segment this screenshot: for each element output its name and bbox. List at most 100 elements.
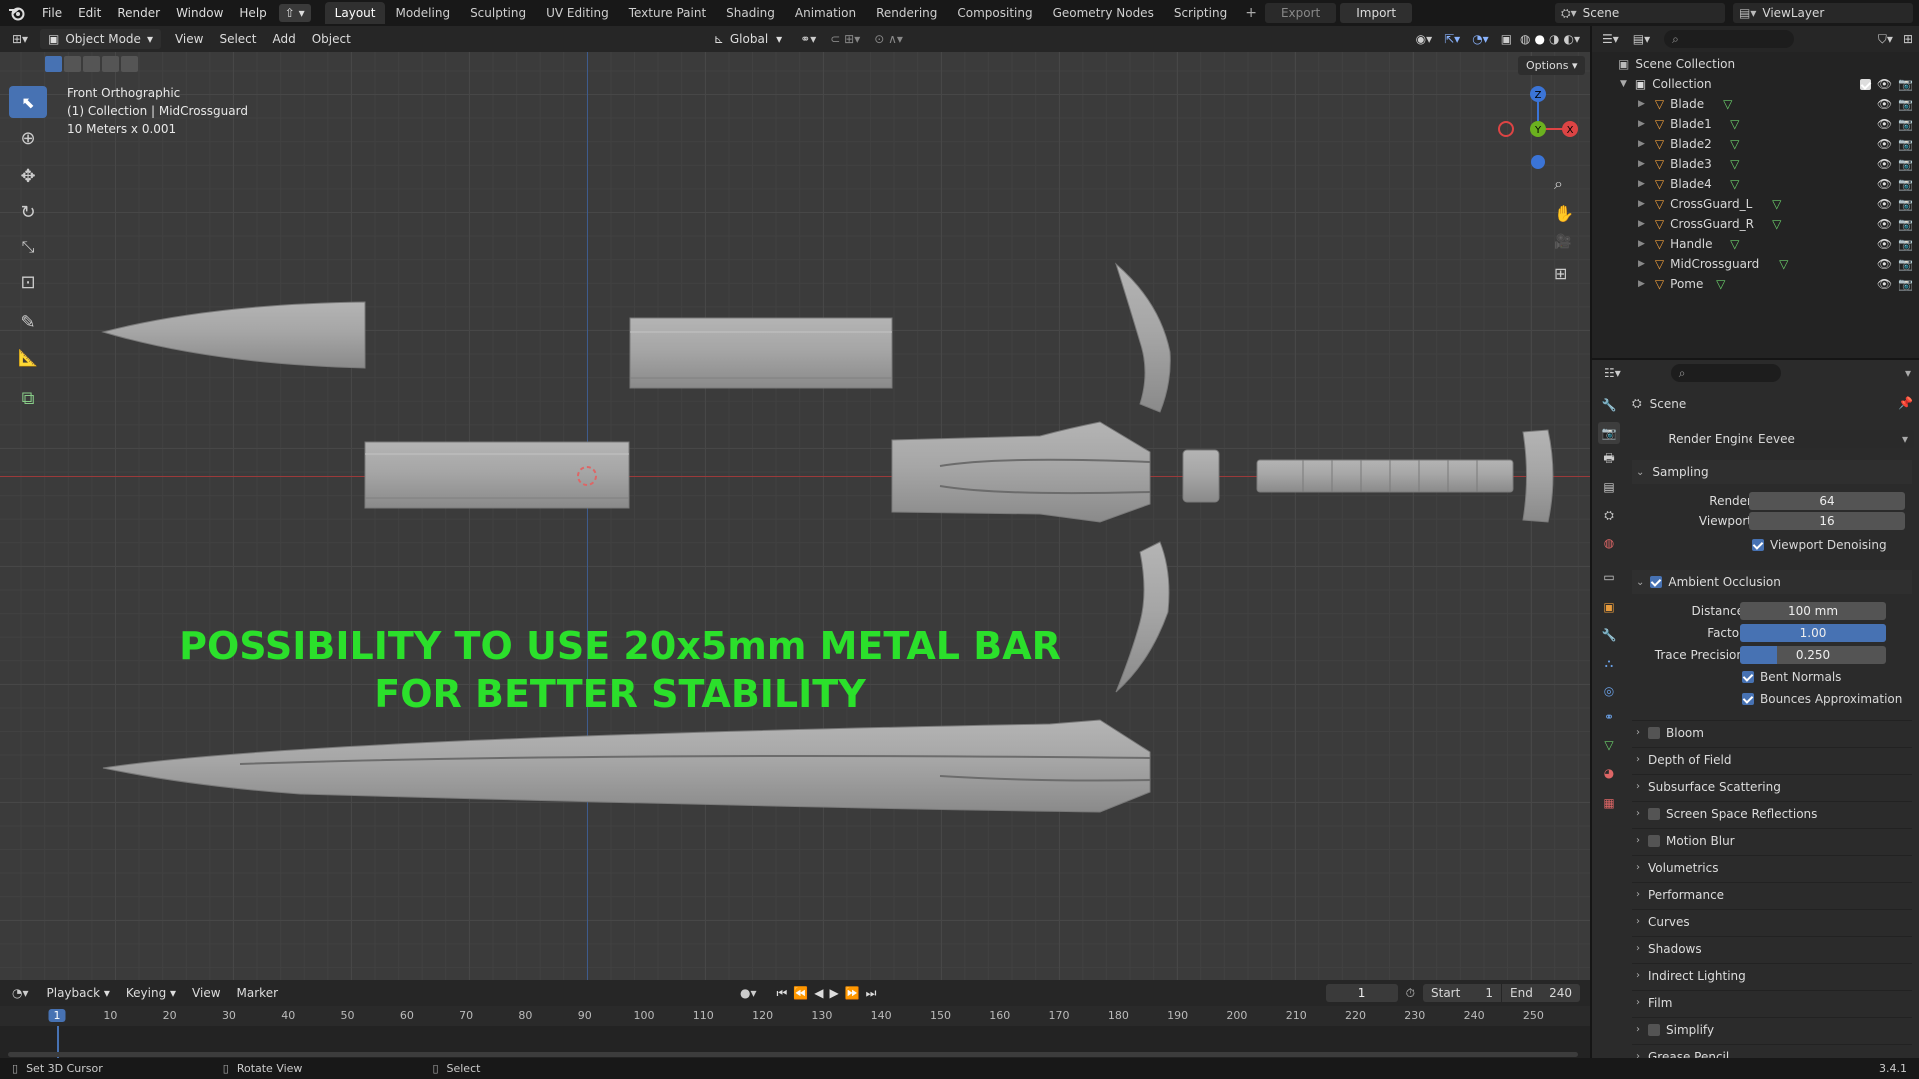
timeline-menu-keying[interactable]: Keying ▾ <box>118 986 184 1000</box>
camera-render-icon[interactable]: 📷 <box>1898 157 1913 171</box>
camera-render-icon[interactable]: 📷 <box>1898 197 1913 211</box>
particles-tab-icon[interactable]: ⛬ <box>1598 652 1620 674</box>
ao-trace-slider[interactable]: 0.250 <box>1740 646 1886 664</box>
expand-arrow-icon[interactable]: ▶ <box>1638 119 1645 129</box>
panel-enable-checkbox[interactable] <box>1648 1023 1660 1036</box>
outliner-editor-icon[interactable]: ☰▾ <box>1602 32 1619 46</box>
collapsed-panel-header[interactable]: › Simplify <box>1632 1017 1912 1041</box>
camera-render-icon[interactable]: 📷 <box>1898 117 1913 131</box>
constraints-tab-icon[interactable]: ⚭ <box>1598 706 1620 728</box>
ao-distance-field[interactable]: 100 mm <box>1740 602 1886 620</box>
object-tab-icon[interactable]: ▣ <box>1598 596 1620 618</box>
menu-help[interactable]: Help <box>231 6 274 20</box>
expand-arrow-icon[interactable]: ▶ <box>1638 139 1645 149</box>
pivot-icon[interactable]: ⚭▾ <box>800 32 816 46</box>
outliner-row-object[interactable]: ▶ ▽ Blade3 ▽ 👁 📷 <box>1592 154 1919 174</box>
xray-icon[interactable]: ▣ <box>1501 32 1512 46</box>
collapsed-panel-header[interactable]: › Curves <box>1632 909 1912 933</box>
expand-arrow-icon[interactable]: ▶ <box>1638 179 1645 189</box>
current-frame-field[interactable]: 1 <box>1325 984 1398 1002</box>
outliner-row-object[interactable]: ▶ ▽ Blade1 ▽ 👁 📷 <box>1592 114 1919 134</box>
eye-icon[interactable]: 👁 <box>1877 217 1892 231</box>
outliner-collection-row[interactable]: ▼ ▣ Collection 👁 📷 <box>1592 74 1919 94</box>
outliner-row-object[interactable]: ▶ ▽ MidCrossguard ▽ 👁 📷 <box>1592 254 1919 274</box>
expand-arrow-icon[interactable]: ▶ <box>1638 259 1645 269</box>
expand-arrow-icon[interactable]: ▶ <box>1638 279 1645 289</box>
crossguard-upper-piece[interactable] <box>1114 262 1171 413</box>
collapsed-panel-header[interactable]: › Indirect Lighting <box>1632 963 1912 987</box>
shading-material-icon[interactable]: ◑ <box>1549 32 1559 46</box>
texture-tab-icon[interactable]: ▦ <box>1598 792 1620 814</box>
tab-sculpting[interactable]: Sculpting <box>460 2 536 24</box>
data-tab-icon[interactable]: ▽ <box>1598 734 1620 756</box>
eye-icon[interactable]: 👁 <box>1877 177 1892 191</box>
expand-arrow-icon[interactable]: ▶ <box>1638 99 1645 109</box>
panel-enable-checkbox[interactable] <box>1648 807 1660 820</box>
camera-render-icon[interactable]: 📷 <box>1898 97 1913 111</box>
outliner-search-input[interactable]: ⌕ <box>1664 30 1795 48</box>
eye-icon[interactable]: 👁 <box>1877 237 1892 251</box>
add-workspace-icon[interactable]: + <box>1237 5 1265 21</box>
eye-icon[interactable]: 👁 <box>1877 257 1892 271</box>
eye-icon[interactable]: 👁 <box>1877 137 1892 151</box>
ao-factor-slider[interactable]: 1.00 <box>1740 624 1886 642</box>
scene-tab-icon[interactable]: ⛭ <box>1598 504 1620 526</box>
eye-icon[interactable]: 👁 <box>1877 277 1892 291</box>
clock-icon[interactable]: ⏱ <box>1406 986 1415 1001</box>
tab-geometry-nodes[interactable]: Geometry Nodes <box>1043 2 1164 24</box>
gizmo-toggle-icon[interactable]: ⇱▾ <box>1444 32 1460 46</box>
bent-normals-checkbox[interactable]: Bent Normals <box>1742 670 1841 684</box>
outliner-row-object[interactable]: ▶ ▽ CrossGuard_R ▽ 👁 📷 <box>1592 214 1919 234</box>
viewport-menu-object[interactable]: Object <box>304 32 359 46</box>
menu-window[interactable]: Window <box>168 6 231 20</box>
timeline-scrollbar[interactable] <box>8 1052 1578 1057</box>
eye-icon[interactable]: 👁 <box>1877 197 1892 211</box>
timeline-menu-view[interactable]: View <box>184 986 228 1000</box>
outliner-row-object[interactable]: ▶ ▽ Pome ▽ 👁 📷 <box>1592 274 1919 294</box>
physics-tab-icon[interactable]: ◎ <box>1598 680 1620 702</box>
collapsed-panel-header[interactable]: › Film <box>1632 990 1912 1014</box>
camera-render-icon[interactable]: 📷 <box>1898 237 1913 251</box>
expand-arrow-icon[interactable]: ▶ <box>1638 239 1645 249</box>
render-tab-icon[interactable]: 📷 <box>1598 422 1620 444</box>
collapsed-panel-header[interactable]: › Subsurface Scattering <box>1632 774 1912 798</box>
camera-render-icon[interactable]: 📷 <box>1898 217 1913 231</box>
transform-orientation-selector[interactable]: ⊾ Global ▾ <box>714 32 782 46</box>
properties-search-input[interactable]: ⌕ <box>1670 364 1781 382</box>
timeline-editor-icon[interactable]: ◔▾ <box>12 986 29 1000</box>
outliner-row-object[interactable]: ▶ ▽ Blade ▽ 👁 📷 <box>1592 94 1919 114</box>
panel-enable-checkbox[interactable] <box>1648 834 1660 847</box>
collapsed-panel-header[interactable]: › Volumetrics <box>1632 855 1912 879</box>
record-icon[interactable]: ●▾ <box>740 986 757 1000</box>
shading-wireframe-icon[interactable]: ◍ <box>1520 32 1530 46</box>
handle-piece[interactable] <box>1256 459 1514 493</box>
editor-type-icon[interactable]: ⊞▾ <box>0 32 40 46</box>
timeline-menu-playback[interactable]: Playback ▾ <box>39 986 118 1000</box>
collapsed-panel-header[interactable]: › Motion Blur <box>1632 828 1912 852</box>
pommel-piece[interactable] <box>1522 429 1554 523</box>
expand-arrow-icon[interactable]: ▶ <box>1638 219 1645 229</box>
3d-viewport[interactable]: ⬉ ⊕ ✥ ↻ ⤡ ⊡ ✎ 📐 ⧉ Front Orthographic (1)… <box>0 52 1590 980</box>
tab-modeling[interactable]: Modeling <box>385 2 460 24</box>
proportional-edit-icon[interactable]: ⊙ ∧▾ <box>874 32 903 46</box>
menu-edit[interactable]: Edit <box>70 6 109 20</box>
expand-arrow-icon[interactable]: ▼ <box>1620 79 1627 89</box>
start-frame-field[interactable]: Start 1 <box>1423 984 1501 1002</box>
tab-rendering[interactable]: Rendering <box>866 2 947 24</box>
end-frame-field[interactable]: End 240 <box>1502 984 1580 1002</box>
view-layer-tab-icon[interactable]: ▤ <box>1598 476 1620 498</box>
render-samples-field[interactable]: 64 <box>1749 492 1905 510</box>
scene-selector[interactable]: ⛭▾ Scene <box>1555 3 1725 23</box>
collapsed-panel-header[interactable]: › Shadows <box>1632 936 1912 960</box>
tab-compositing[interactable]: Compositing <box>947 2 1042 24</box>
new-collection-icon[interactable]: ⊞ <box>1903 32 1913 46</box>
viewport-denoising-checkbox[interactable]: Viewport Denoising <box>1752 538 1887 552</box>
pin-icon[interactable]: 📌 <box>1898 396 1913 410</box>
collapsed-panel-header[interactable]: › Performance <box>1632 882 1912 906</box>
visibility-icon[interactable]: ◉▾ <box>1416 32 1433 46</box>
outliner-scene-collection-row[interactable]: ▣ Scene Collection <box>1592 54 1919 74</box>
viewport-samples-field[interactable]: 16 <box>1749 512 1905 530</box>
panel-enable-checkbox[interactable] <box>1648 726 1660 739</box>
snap-icon[interactable]: ⊂ ⊞▾ <box>830 32 860 46</box>
blade-base-piece[interactable] <box>891 421 1151 523</box>
